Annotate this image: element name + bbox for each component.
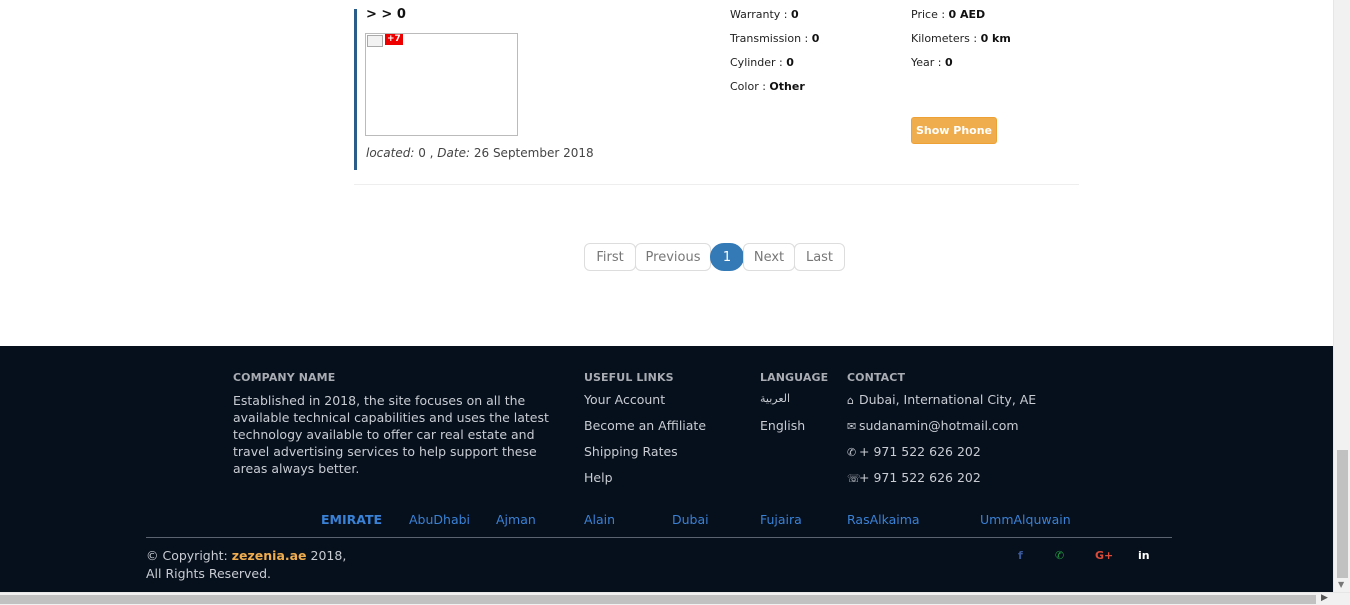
spec-kilometers: Kilometers : 0 km (911, 32, 1011, 45)
listing-thumbnail[interactable]: +7 (365, 33, 518, 136)
copyright-year: 2018, (310, 548, 347, 563)
page-first-button[interactable]: First (584, 243, 636, 271)
located-label: located: (366, 146, 415, 160)
spec-value: 0 AED (948, 8, 986, 21)
contact-phone-text: + 971 522 626 202 (859, 444, 981, 459)
spec-label: Price : (911, 8, 946, 21)
spec-label: Transmission : (730, 32, 809, 45)
spec-label: Year : (911, 56, 942, 69)
contact-email-text: sudanamin@hotmail.com (859, 418, 1019, 433)
spec-value: 0 (811, 32, 820, 45)
show-phone-button[interactable]: Show Phone (911, 117, 997, 144)
emirate-link-ajman[interactable]: Ajman (496, 512, 536, 527)
linkedin-icon[interactable]: in (1138, 549, 1150, 562)
pagination: First Previous 1 Next Last (584, 243, 845, 271)
copyright-prefix: © Copyright: (146, 548, 228, 563)
emirate-link-alain[interactable]: Alain (584, 512, 615, 527)
link-help[interactable]: Help (584, 470, 613, 485)
contact-address: ⌂ Dubai, International City, AE (847, 392, 1036, 407)
language-heading: LANGUAGE (760, 371, 829, 384)
phone-icon: ✆ (847, 446, 857, 459)
copyright-rights: All Rights Reserved. (146, 566, 272, 581)
emirate-link-ummalquwain[interactable]: UmmAlquwain (980, 512, 1071, 527)
broken-image-icon (367, 35, 383, 47)
spec-value: 0 (786, 56, 794, 69)
copyright-brand-link[interactable]: zezenia.ae (232, 548, 307, 563)
link-shipping-rates[interactable]: Shipping Rates (584, 444, 678, 459)
scroll-right-arrow-icon[interactable]: ▶ (1321, 593, 1328, 603)
listing-accent-bar (354, 9, 357, 170)
spec-value: Other (769, 80, 805, 93)
language-english[interactable]: English (760, 418, 805, 433)
spec-warranty: Warranty : 0 (730, 8, 799, 21)
emirates-heading: EMIRATE (321, 512, 383, 527)
spec-label: Warranty : (730, 8, 788, 21)
contact-address-text: Dubai, International City, AE (859, 392, 1037, 407)
photo-count-badge: +7 (385, 34, 403, 45)
listing-card: > > 0 +7 located: 0 , Date: 26 September… (354, 0, 1079, 185)
contact-whatsapp-text: + 971 522 626 202 (859, 470, 981, 485)
page-previous-button[interactable]: Previous (635, 243, 711, 271)
page-current-button[interactable]: 1 (710, 243, 744, 271)
emirate-link-fujaira[interactable]: Fujaira (760, 512, 802, 527)
spec-price: Price : 0 AED (911, 8, 985, 21)
vertical-scrollbar[interactable]: ▼ (1333, 0, 1350, 592)
spec-label: Cylinder : (730, 56, 783, 69)
page-last-button[interactable]: Last (794, 243, 845, 271)
listing-meta: located: 0 , Date: 26 September 2018 (366, 146, 594, 160)
site-footer: COMPANY NAME Established in 2018, the si… (0, 346, 1333, 592)
company-description: Established in 2018, the site focuses on… (233, 393, 549, 476)
scroll-down-arrow-icon[interactable]: ▼ (1338, 580, 1344, 589)
facebook-icon[interactable]: f (1018, 549, 1023, 562)
link-your-account[interactable]: Your Account (584, 392, 665, 407)
spec-transmission: Transmission : 0 (730, 32, 819, 45)
date-value: 26 September 2018 (473, 146, 594, 160)
spec-cylinder: Cylinder : 0 (730, 56, 794, 69)
vertical-scrollbar-thumb[interactable] (1337, 450, 1348, 578)
contact-email[interactable]: ✉ sudanamin@hotmail.com (847, 418, 1019, 433)
emirate-link-rasalkaima[interactable]: RasAlkaima (847, 512, 920, 527)
useful-links-heading: USEFUL LINKS (584, 371, 674, 384)
emirate-link-dubai[interactable]: Dubai (672, 512, 709, 527)
company-heading: COMPANY NAME (233, 371, 336, 384)
horizontal-scrollbar[interactable]: ▶ (0, 592, 1350, 605)
emirate-link-abudhabi[interactable]: AbuDhabi (409, 512, 470, 527)
page-next-button[interactable]: Next (743, 243, 795, 271)
spec-label: Color : (730, 80, 766, 93)
contact-whatsapp[interactable]: ☏+ 971 522 626 202 (847, 470, 981, 485)
located-value: 0 , (418, 146, 434, 160)
spec-color: Color : Other (730, 80, 805, 93)
date-label: Date: (437, 146, 471, 160)
envelope-icon: ✉ (847, 420, 857, 433)
contact-heading: CONTACT (847, 371, 906, 384)
home-icon: ⌂ (847, 394, 854, 407)
spec-label: Kilometers : (911, 32, 978, 45)
spec-value: 0 (791, 8, 799, 21)
whatsapp-icon: ☏ (847, 472, 861, 485)
listing-title[interactable]: > > 0 (366, 7, 406, 22)
spec-value: 0 (945, 56, 953, 69)
google-plus-icon[interactable]: G+ (1095, 549, 1113, 562)
copyright: © Copyright: zezenia.ae 2018, All Rights… (146, 547, 346, 583)
footer-divider (146, 537, 1172, 538)
language-arabic[interactable]: العربية (760, 392, 790, 405)
spec-year: Year : 0 (911, 56, 953, 69)
contact-phone[interactable]: ✆ + 971 522 626 202 (847, 444, 981, 459)
whatsapp-social-icon[interactable]: ✆ (1055, 549, 1064, 562)
spec-value: 0 km (980, 32, 1011, 45)
link-become-affiliate[interactable]: Become an Affiliate (584, 418, 706, 433)
horizontal-scrollbar-thumb[interactable] (0, 595, 1316, 604)
emirates-bar: EMIRATE AbuDhabi Ajman Alain Dubai Fujai… (0, 512, 1333, 528)
